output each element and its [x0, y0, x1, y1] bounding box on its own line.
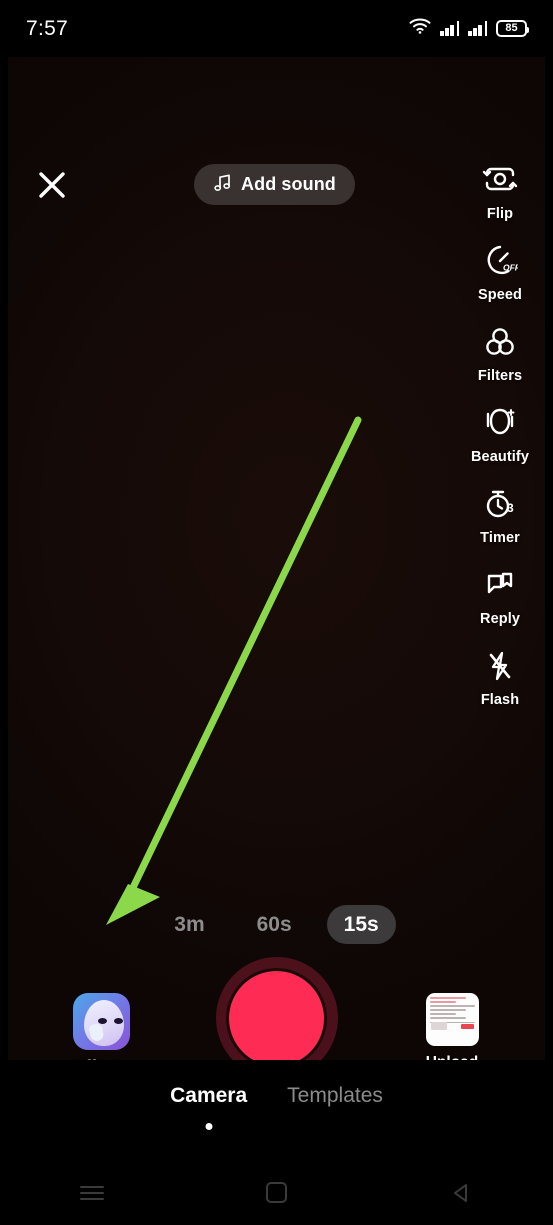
camera-flip-icon	[481, 159, 519, 201]
wifi-icon	[409, 18, 431, 39]
signal-icon-1	[440, 21, 459, 36]
tool-flash[interactable]: Flash	[454, 645, 546, 708]
duration-option-60s[interactable]: 60s	[240, 905, 309, 944]
back-icon[interactable]	[426, 1171, 496, 1215]
tool-filters[interactable]: Filters	[454, 321, 546, 384]
tool-speed[interactable]: OFF Speed	[454, 240, 546, 303]
bottom-tab-bar: Camera Templates	[0, 1060, 553, 1160]
status-time: 7:57	[26, 16, 69, 40]
tool-rail: Flip OFF Speed Filters	[454, 159, 546, 726]
tool-beautify-label: Beautify	[470, 449, 529, 465]
tab-active-indicator	[205, 1123, 213, 1130]
filters-circles-icon	[482, 321, 518, 363]
camera-viewfinder[interactable]: Add sound Flip OFF	[0, 57, 553, 1060]
flash-off-icon	[482, 645, 518, 687]
tool-reply-label: Reply	[480, 611, 520, 627]
duration-option-3m[interactable]: 3m	[157, 905, 221, 944]
close-icon[interactable]	[32, 165, 72, 205]
record-button[interactable]	[215, 957, 338, 1060]
tab-templates[interactable]: Templates	[287, 1084, 383, 1108]
tool-beautify[interactable]: Beautify	[454, 402, 546, 465]
music-note-icon	[213, 173, 232, 197]
tool-timer-label: Timer	[480, 530, 520, 546]
upload-button[interactable]: Upload	[421, 993, 483, 1060]
recents-icon[interactable]	[57, 1171, 127, 1215]
svg-text:OFF: OFF	[503, 263, 518, 273]
add-sound-label: Add sound	[241, 174, 336, 194]
tool-flip[interactable]: Flip	[454, 159, 546, 222]
upload-thumbnail-icon	[425, 993, 479, 1046]
beautify-face-icon	[482, 402, 518, 444]
capture-controls: Effects Upload	[0, 957, 553, 1060]
android-nav-bar	[0, 1160, 553, 1225]
svg-text:3: 3	[507, 501, 514, 515]
status-bar: 7:57 85	[0, 0, 553, 57]
duration-option-15s[interactable]: 15s	[326, 905, 396, 944]
duration-selector: 3m 60s 15s	[0, 905, 553, 944]
record-button-icon	[226, 967, 327, 1060]
tool-flash-label: Flash	[480, 692, 520, 708]
tool-speed-label: Speed	[477, 287, 522, 303]
effects-thumbnail-icon	[72, 993, 130, 1050]
status-icons: 85	[409, 18, 529, 39]
add-sound-button[interactable]: Add sound	[194, 164, 355, 205]
effects-button[interactable]: Effects	[70, 993, 132, 1060]
tab-camera-label: Camera	[170, 1084, 248, 1107]
signal-icon-2	[468, 21, 487, 36]
reply-bubble-icon	[482, 564, 518, 606]
tool-reply[interactable]: Reply	[454, 564, 546, 627]
timer-stopwatch-icon: 3	[482, 483, 518, 525]
speed-gauge-icon: OFF	[482, 240, 518, 282]
tool-flip-label: Flip	[486, 206, 514, 222]
tab-camera[interactable]: Camera	[170, 1084, 248, 1130]
battery-icon: 85	[496, 20, 529, 37]
home-icon[interactable]	[241, 1171, 311, 1215]
tool-filters-label: Filters	[477, 368, 523, 384]
battery-level: 85	[505, 22, 518, 34]
tool-timer[interactable]: 3 Timer	[454, 483, 546, 546]
tab-templates-label: Templates	[287, 1084, 383, 1107]
